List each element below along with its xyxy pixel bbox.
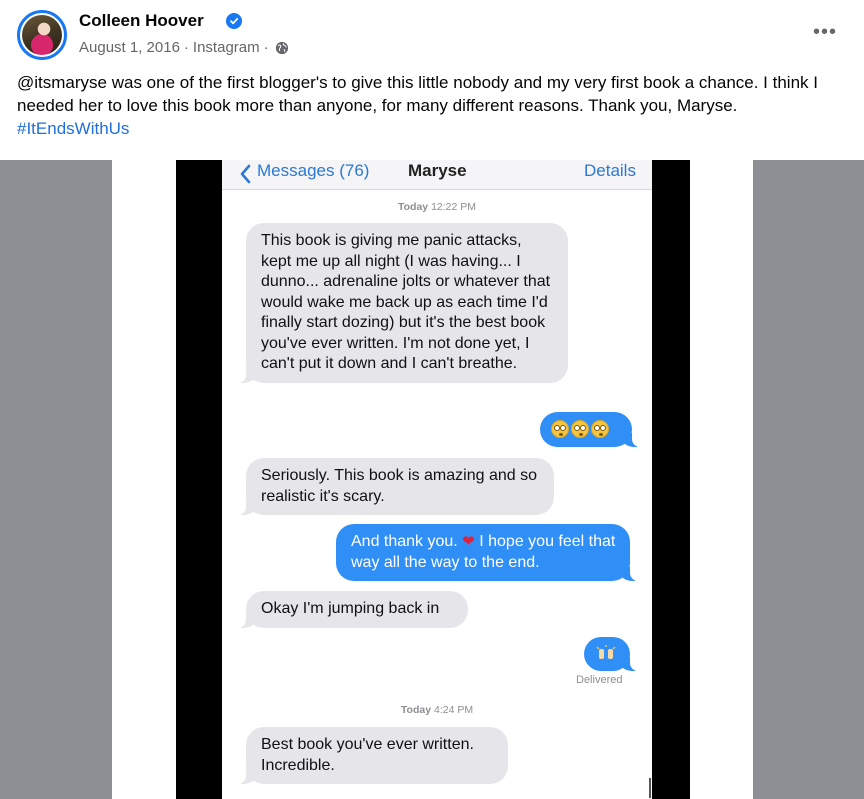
scroll-indicator <box>649 778 651 798</box>
flushed-face-emoji-icon <box>591 419 609 438</box>
timestamp: Today 12:22 PM <box>222 201 652 213</box>
contact-name: Maryse <box>408 161 467 180</box>
more-options-icon: ••• <box>812 20 837 43</box>
raised-hands-emoji-icon <box>596 645 616 659</box>
outgoing-emoji-message <box>584 637 640 671</box>
meta-separator: · <box>183 39 189 56</box>
flushed-face-emoji-icon <box>571 419 589 438</box>
back-chevron-icon[interactable] <box>237 162 255 186</box>
messages-nav-bar: Messages (76) Maryse Details <box>222 160 652 190</box>
imessage-screen: Messages (76) Maryse Details Today 12:22… <box>222 160 652 799</box>
post-text: @itsmaryse was one of the first blogger'… <box>17 71 847 140</box>
incoming-message: Seriously. This book is amazing and so r… <box>236 458 554 515</box>
timestamp-time: 12:22 PM <box>431 201 477 213</box>
post-date[interactable]: August 1, 2016 <box>79 39 180 56</box>
incoming-message: Okay I'm jumping back in <box>236 591 468 628</box>
timestamp-day: Today <box>400 704 432 716</box>
post-photo[interactable]: Messages (76) Maryse Details Today 12:22… <box>0 160 864 799</box>
flushed-face-emoji-icon <box>551 419 569 438</box>
globe-icon <box>275 41 288 54</box>
timestamp: Today 4:24 PM <box>222 704 652 716</box>
post-meta: August 1, 2016 · Instagram · <box>79 39 289 56</box>
red-heart-emoji-icon: ❤ <box>462 533 475 550</box>
verified-badge-icon <box>226 13 242 29</box>
post-header: Colleen Hoover August 1, 2016 · Instagra… <box>0 0 864 160</box>
outgoing-message: And thank you. ❤ I hope you feel that wa… <box>336 524 640 581</box>
post-source: Instagram <box>192 39 260 56</box>
avatar-image <box>22 15 62 55</box>
message-text: And thank you. <box>351 533 458 550</box>
details-link[interactable]: Details <box>584 161 636 181</box>
incoming-message: Best book you've ever written. Incredibl… <box>236 727 508 784</box>
post-body: @itsmaryse was one of the first blogger'… <box>17 73 818 115</box>
incoming-message: This book is giving me panic attacks, ke… <box>236 223 568 383</box>
outgoing-emoji-message <box>540 412 642 447</box>
back-to-messages[interactable]: Messages (76) <box>257 161 369 181</box>
author-avatar[interactable] <box>17 10 67 60</box>
hashtag-link[interactable]: #ItEndsWithUs <box>17 119 129 138</box>
delivered-status: Delivered <box>576 674 623 686</box>
meta-separator: · <box>263 39 269 56</box>
more-options-button[interactable]: ••• <box>808 18 842 46</box>
timestamp-day: Today <box>397 201 429 213</box>
author-name[interactable]: Colleen Hoover <box>79 11 204 31</box>
timestamp-time: 4:24 PM <box>433 704 474 716</box>
